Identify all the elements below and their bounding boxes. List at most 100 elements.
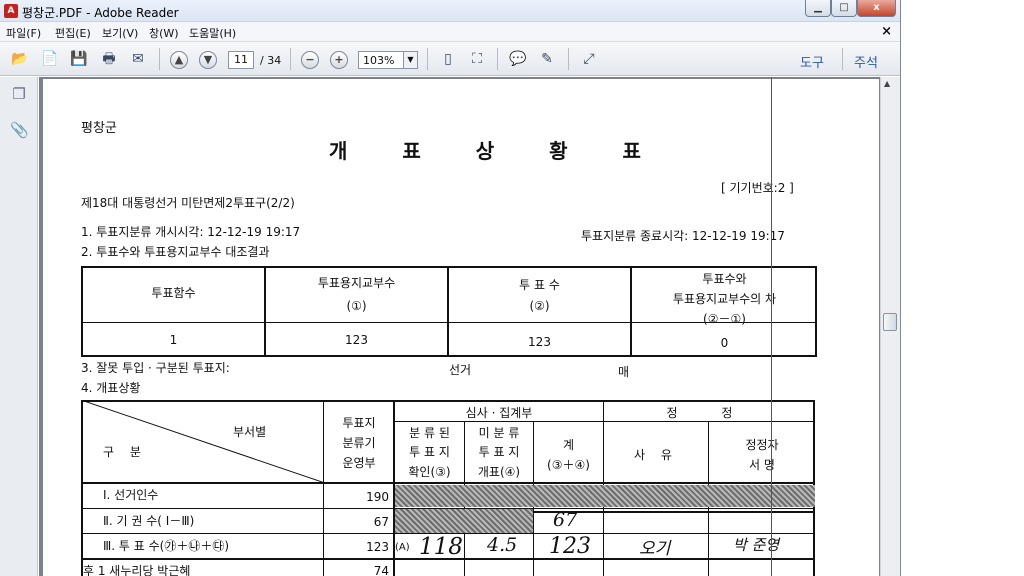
header-signer-2: 서 명 (749, 458, 775, 472)
toolbar-divider (497, 48, 498, 70)
header-unclassified-2: 투 표 지 (478, 445, 520, 459)
row-abstain-value: 67 (373, 515, 389, 529)
pdf-app-icon: A (4, 4, 18, 18)
page-number-input[interactable]: 11 (228, 51, 254, 69)
header-operator-2: 분류기 (342, 436, 376, 450)
section-4-heading: 4. 개표상황 (81, 381, 141, 395)
header-classified-3: 확인(③) (408, 465, 451, 479)
fit-width-icon[interactable]: ⛶ (466, 49, 488, 69)
toolbar-divider (427, 48, 428, 70)
corner-diagonal (81, 400, 325, 483)
handwritten-signer: 박 준영 (733, 536, 780, 554)
minimize-button[interactable]: ▁ (805, 0, 831, 17)
tools-button[interactable]: 도구 (800, 52, 824, 71)
header-operator-1: 투표지 (342, 416, 376, 430)
row-electors-value: 190 (366, 490, 389, 504)
header-difference-3: (②－①) (703, 312, 746, 326)
header-classified-2: 투 표 지 (409, 445, 450, 459)
pdf-page: 평창군 개 표 상 황 표 [ 기기번호:2 ] 제18대 대통령선거 미탄면제… (43, 79, 879, 576)
zoom-select[interactable]: 103% ▼ (358, 51, 418, 69)
save-icon[interactable]: 💾 (68, 49, 90, 69)
header-review: 심사 · 집계부 (465, 406, 533, 420)
comment-button[interactable]: 주석 (854, 52, 878, 71)
row-candidate-label: 후 1 새누리당 박근혜 (83, 564, 191, 576)
print-icon[interactable]: 🖶 (98, 49, 120, 69)
row-candidate-value: 74 (373, 564, 389, 576)
toolbar-divider (842, 48, 843, 70)
zoom-value: 103% (363, 54, 395, 67)
menu-view[interactable]: 보기(V) (102, 25, 138, 41)
table-divider (323, 400, 324, 576)
row-electors-label: Ⅰ. 선거인수 (103, 488, 159, 502)
chevron-down-icon[interactable]: ▼ (403, 52, 417, 68)
navigation-pane: ❐ 📎 (0, 77, 38, 576)
header-difference-2: 투표용지교부수의 차 (672, 292, 777, 306)
guide-line (771, 77, 772, 576)
header-correction: 정 정 (666, 406, 753, 420)
header-issued-mark: (①) (346, 299, 367, 313)
sticky-note-icon[interactable]: 💬 (507, 49, 529, 69)
email-icon[interactable]: ✉ (127, 49, 149, 69)
table-divider (393, 421, 815, 422)
hatched-area (395, 509, 533, 533)
handwritten-total: 123 (549, 534, 591, 559)
document-view[interactable]: 평창군 개 표 상 황 표 [ 기기번호:2 ] 제18대 대통령선거 미탄면제… (39, 77, 880, 576)
open-icon[interactable]: 📂 (9, 49, 31, 69)
header-total-2: (③＋④) (547, 458, 590, 472)
close-button[interactable]: x (857, 0, 896, 17)
highlight-icon[interactable]: ✎ (536, 49, 558, 69)
zoom-in-icon[interactable]: + (328, 49, 350, 69)
header-signer-1: 정정자 (745, 438, 779, 452)
header-issued: 투표용지교부수 (317, 276, 396, 290)
vertical-scrollbar[interactable]: ▲ (880, 77, 900, 576)
header-total-1: 계 (562, 438, 575, 452)
sort-end-time: 투표지분류 종료시각: 12-12-19 19:17 (581, 229, 785, 243)
desktop-background (901, 0, 1024, 576)
menu-file[interactable]: 파일(F) (6, 25, 41, 41)
value-issued: 123 (345, 333, 368, 347)
fit-page-icon[interactable]: ▯ (437, 49, 459, 69)
menu-help[interactable]: 도움말(H) (189, 25, 236, 41)
value-difference: 0 (720, 336, 729, 350)
page-thumbnails-icon[interactable]: ❐ (10, 85, 28, 105)
title-bar: A 평창군.PDF - Adobe Reader ▁ □ x (0, 0, 900, 22)
menu-edit[interactable]: 편집(E) (55, 25, 91, 41)
toolbar-divider (159, 48, 160, 70)
header-classified-1: 분 류 된 (409, 426, 450, 440)
menu-window[interactable]: 창(W) (149, 25, 179, 41)
header-unclassified-1: 미 분 류 (478, 426, 520, 440)
handwritten-unclassified: 4.5 (487, 534, 518, 556)
value-votes: 123 (528, 335, 551, 349)
mark-a: (A) (395, 542, 410, 553)
previous-page-icon[interactable]: ▲ (168, 49, 190, 69)
close-document-icon[interactable]: × (881, 24, 892, 39)
corner-top-label: 부서별 (233, 425, 267, 439)
toolbar-divider (568, 48, 569, 70)
toolbar-divider (290, 48, 291, 70)
region-name: 평창군 (81, 121, 117, 136)
attachments-icon[interactable]: 📎 (10, 121, 29, 141)
header-reason: 사 유 (634, 448, 678, 462)
reader-window: A 평창군.PDF - Adobe Reader ▁ □ x 파일(F) 편집(… (0, 0, 901, 576)
next-page-icon[interactable]: ▼ (197, 49, 219, 69)
scroll-up-icon[interactable]: ▲ (884, 79, 890, 88)
header-operator-3: 운영부 (342, 456, 376, 470)
maximize-button[interactable]: □ (831, 0, 857, 17)
full-screen-icon[interactable]: ⤢ (578, 49, 600, 69)
toolbar: 📂 📄 💾 🖶 ✉ ▲ ▼ 11 / 34 − + 103% ▼ ▯ ⛶ 💬 ✎… (0, 42, 900, 76)
hatched-area (395, 485, 815, 507)
create-pdf-icon[interactable]: 📄 (39, 49, 61, 69)
header-ballot-boxes: 투표함수 (151, 286, 196, 300)
zoom-out-icon[interactable]: − (299, 49, 321, 69)
handwritten-classified: 118 (419, 534, 463, 560)
sort-start-time: 1. 투표지분류 개시시각: 12-12-19 19:17 (81, 225, 301, 239)
document-title: 개 표 상 황 표 (329, 139, 665, 163)
handwritten-abstain-total: 67 (553, 509, 578, 531)
header-difference-1: 투표수와 (702, 272, 747, 286)
table-divider (81, 482, 815, 484)
scroll-thumb[interactable] (883, 313, 897, 331)
section-3-election: 선거 (449, 363, 472, 377)
row-votes-label: Ⅲ. 투 표 수(㉮＋㉯＋㉰) (103, 539, 230, 553)
row-abstain-label: Ⅱ. 기 권 수( Ⅰ－Ⅲ) (103, 514, 195, 528)
page-total-label: / 34 (260, 54, 282, 67)
